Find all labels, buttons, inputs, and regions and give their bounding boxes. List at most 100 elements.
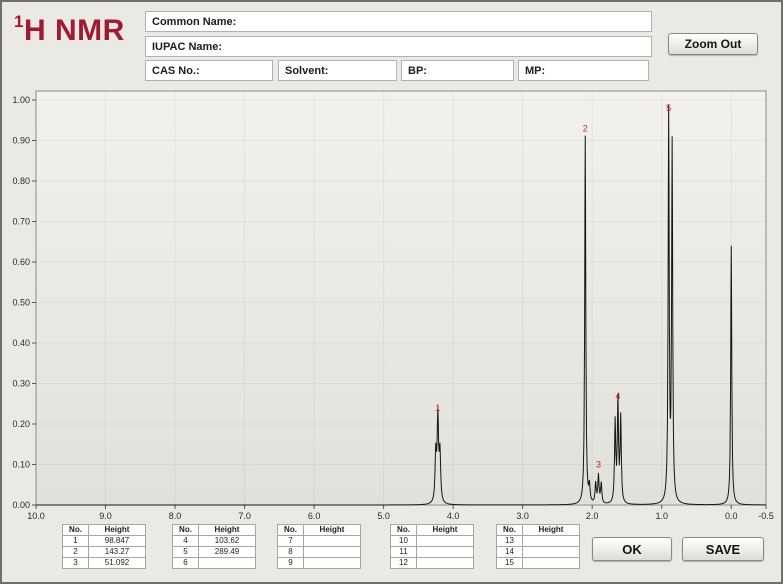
table-header-row: No. Height [390,524,474,536]
table-row: 8 [277,546,361,558]
boiling-point-field: BP: [401,60,514,81]
common-name-input[interactable] [240,12,647,31]
y-axis-tick-label: 0.40 [12,338,30,348]
peak-height-cell: 51.092 [88,557,146,569]
peak-table-5: No. Height 13 14 15 [496,524,580,569]
y-axis-tick-label: 0.20 [12,419,30,429]
peak-label: 4 [615,391,620,401]
ok-button[interactable]: OK [592,537,672,561]
peak-table-1: No. Height 1 98.847 2 143.27 3 51.092 [62,524,146,569]
peak-number-cell: 15 [496,557,523,569]
peak-height-cell [522,557,580,569]
peak-height-cell [416,546,474,558]
table-row: 2 143.27 [62,546,146,558]
title-superscript: 1 [14,12,24,31]
table-row: 15 [496,557,580,569]
y-axis-tick-label: 0.00 [12,500,30,510]
table-row: 3 51.092 [62,557,146,569]
cas-number-field: CAS No.: [145,60,273,81]
iupac-name-input[interactable] [226,37,647,56]
peak-height-cell: 103.62 [198,535,256,547]
peak-table-3: No. Height 7 8 9 [277,524,361,569]
height-column-header: Height [522,524,580,536]
peak-number-cell: 8 [277,546,304,558]
peak-height-cell [522,535,580,547]
table-row: 14 [496,546,580,558]
peak-table-4: No. Height 10 11 12 [390,524,474,569]
solvent-input[interactable] [332,61,392,80]
y-axis-tick-label: 0.30 [12,379,30,389]
table-row: 5 289.49 [172,546,256,558]
boiling-point-label: BP: [408,64,427,77]
table-header-row: No. Height [62,524,146,536]
peak-number-cell: 9 [277,557,304,569]
peak-number-cell: 2 [62,546,89,558]
table-header-row: No. Height [172,524,256,536]
y-axis-tick-label: 0.10 [12,460,30,470]
peak-height-cell [416,557,474,569]
melting-point-input[interactable] [549,61,644,80]
height-column-header: Height [303,524,361,536]
x-axis-tick-label: 10.0 [27,511,45,521]
y-axis-tick-label: 0.60 [12,257,30,267]
peak-number-cell: 12 [390,557,417,569]
melting-point-label: MP: [525,64,546,77]
no-column-header: No. [172,524,199,536]
iupac-name-field: IUPAC Name: [145,36,652,57]
peak-height-cell [303,557,361,569]
height-column-header: Height [198,524,256,536]
x-axis-tick-label: 3.0 [516,511,529,521]
spectrum-svg: 0.00 0.10 0.20 0.30 0.40 0.50 0.60 0.70 0.80 0.90… [12,90,774,521]
x-axis-tick-label: 2.0 [586,511,599,521]
y-axis-tick-label: 0.70 [12,217,30,227]
y-axis-tick-label: 0.80 [12,176,30,186]
iupac-name-label: IUPAC Name: [152,40,223,53]
peak-number-cell: 5 [172,546,199,558]
solvent-field: Solvent: [278,60,397,81]
title-text: H NMR [23,14,125,47]
save-button[interactable]: SAVE [682,537,764,561]
common-name-label: Common Name: [152,15,237,28]
x-axis-tick-label: 5.0 [377,511,390,521]
peak-number-cell: 4 [172,535,199,547]
peak-number-cell: 1 [62,535,89,547]
peak-height-cell [303,535,361,547]
y-axis-tick-label: 0.50 [12,298,30,308]
height-column-header: Height [88,524,146,536]
no-column-header: No. [277,524,304,536]
plot-area[interactable] [36,91,766,505]
y-axis-tick-label: 1.00 [12,95,30,105]
table-row: 1 98.847 [62,535,146,547]
peak-height-cell [198,557,256,569]
cas-number-label: CAS No.: [152,64,200,77]
peak-number-cell: 10 [390,535,417,547]
common-name-field: Common Name: [145,11,652,32]
x-axis-tick-label: 7.0 [238,511,251,521]
no-column-header: No. [62,524,89,536]
peak-height-cell: 98.847 [88,535,146,547]
peak-label: 3 [596,460,601,470]
melting-point-field: MP: [518,60,649,81]
peak-height-cell [416,535,474,547]
peak-number-cell: 7 [277,535,304,547]
peak-table-2: No. Height 4 103.62 5 289.49 6 [172,524,256,569]
x-axis-tick-label: 6.0 [308,511,321,521]
peak-height-cell: 143.27 [88,546,146,558]
table-header-row: No. Height [496,524,580,536]
peak-number-cell: 13 [496,535,523,547]
table-row: 6 [172,557,256,569]
peak-label: 5 [666,103,671,113]
table-row: 11 [390,546,474,558]
peak-height-cell [303,546,361,558]
peak-label: 2 [583,123,588,133]
no-column-header: No. [390,524,417,536]
height-column-header: Height [416,524,474,536]
spectrum-chart: 0.00 0.10 0.20 0.30 0.40 0.50 0.60 0.70 0.80 0.90… [3,89,781,525]
zoom-out-button[interactable]: Zoom Out [668,33,758,55]
peak-number-cell: 11 [390,546,417,558]
table-row: 9 [277,557,361,569]
table-header-row: No. Height [277,524,361,536]
boiling-point-input[interactable] [430,61,509,80]
cas-number-input[interactable] [203,61,268,80]
table-row: 10 [390,535,474,547]
